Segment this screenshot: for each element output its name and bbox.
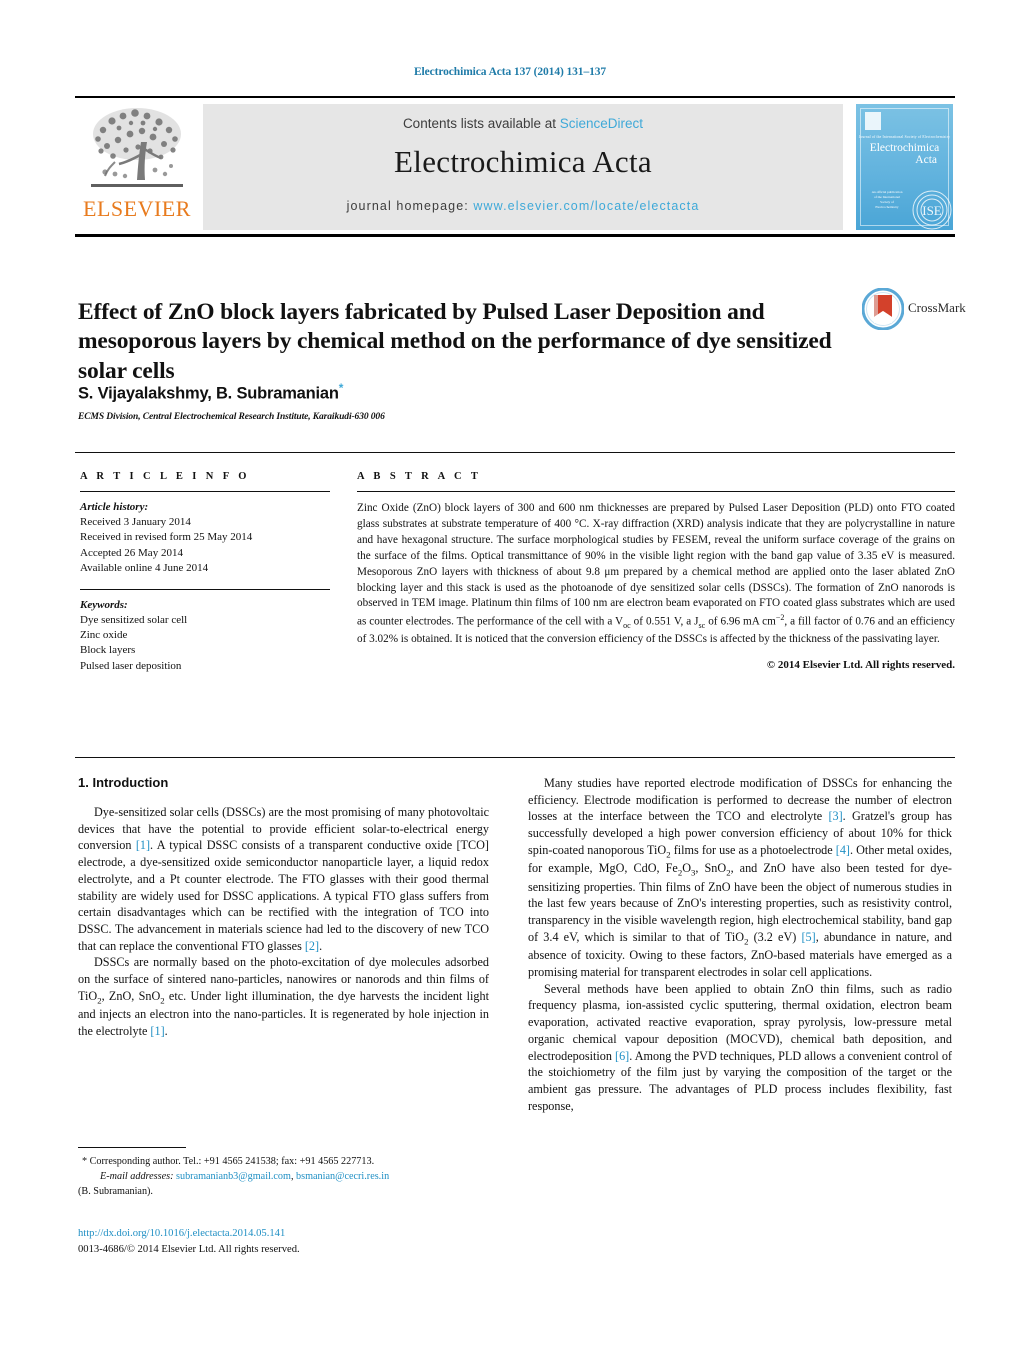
elsevier-logo: ELSEVIER	[77, 104, 197, 230]
paragraph: Dye-sensitized solar cells (DSSCs) are t…	[78, 805, 489, 953]
body-column-right: Many studies have reported electrode mod…	[528, 775, 952, 1114]
masthead-panel: Contents lists available at ScienceDirec…	[203, 104, 843, 230]
paragraph: Many studies have reported electrode mod…	[528, 776, 953, 979]
cover-small-text: An official publication of the Internati…	[871, 190, 903, 210]
masthead-bottom-rule	[75, 234, 955, 237]
history-item: Received in revised form 25 May 2014	[80, 531, 253, 544]
footnote-block: * Corresponding author. Tel.: +91 4565 2…	[78, 1155, 498, 1199]
paper-page: Electrochimica Acta 137 (2014) 131–137 E…	[0, 0, 1020, 1351]
keyword-item: Zinc oxide	[80, 629, 128, 642]
article-history-label: Article history:	[80, 501, 149, 513]
paragraph: Several methods have been applied to obt…	[528, 981, 952, 1113]
author-list: S. Vijayalakshmy, B. Subramanian*	[78, 381, 838, 404]
footnote-rule	[78, 1147, 186, 1148]
crossmark-badge[interactable]: CrossMark	[862, 288, 966, 330]
svg-text:ISE: ISE	[922, 203, 942, 218]
body-column-left: 1. Introduction Dye-sensitized solar cel…	[78, 775, 489, 1040]
running-head: Electrochimica Acta 137 (2014) 131–137	[413, 66, 607, 78]
cover-title: Electrochimica Acta	[856, 142, 953, 167]
homepage-url-link[interactable]: www.elsevier.com/locate/electacta	[473, 199, 699, 213]
crossmark-label: CrossMark	[908, 300, 966, 315]
contents-line: Contents lists available at ScienceDirec…	[203, 116, 843, 131]
keyword-item: Pulsed laser deposition	[80, 659, 182, 672]
history-item: Available online 4 June 2014	[80, 561, 209, 574]
journal-homepage-line: journal homepage: www.elsevier.com/locat…	[203, 199, 843, 213]
elsevier-wordmark: ELSEVIER	[83, 196, 191, 221]
doi-link[interactable]: http://dx.doi.org/10.1016/j.electacta.20…	[78, 1226, 508, 1242]
info-top-rule	[75, 452, 955, 453]
journal-name: Electrochimica Acta	[394, 144, 652, 179]
abstract-copyright: © 2014 Elsevier Ltd. All rights reserved…	[766, 658, 955, 671]
email-link-1[interactable]: subramanianb3@gmail.com	[176, 1171, 291, 1182]
email-link-2[interactable]: bsmanian@cecri.res.in	[296, 1171, 389, 1182]
page-title: Effect of ZnO block layers fabricated by…	[78, 298, 832, 384]
crossmark-icon	[862, 288, 904, 330]
abstract-heading: A B S T R A C T	[357, 471, 482, 482]
doi-block: http://dx.doi.org/10.1016/j.electacta.20…	[78, 1226, 508, 1258]
corresponding-author-marker: *	[338, 381, 344, 395]
history-item: Received 3 January 2014	[80, 516, 191, 529]
homepage-prefix: journal homepage:	[346, 199, 474, 213]
keyword-item: Block layers	[80, 644, 136, 657]
article-history-block: Article history: Received 3 January 2014…	[80, 500, 330, 576]
elsevier-tree-icon	[91, 108, 183, 187]
keywords-label: Keywords:	[80, 598, 128, 611]
keywords-block: Keywords: Dye sensitized solar cell Zinc…	[80, 598, 330, 674]
ise-society-seal-icon: ISE	[912, 190, 952, 230]
keywords-rule	[80, 588, 330, 590]
article-info-heading: A R T I C L E I N F O	[80, 471, 250, 482]
email-attribution: (B. Subramanian).	[78, 1185, 153, 1197]
cover-tagline: Journal of the International Society of …	[858, 135, 951, 139]
abstract-rule	[357, 491, 955, 492]
masthead-top-rule	[75, 96, 955, 98]
keyword-item: Dye sensitized solar cell	[80, 614, 188, 627]
footnote-star: *	[82, 1156, 88, 1167]
paragraph: DSSCs are normally based on the photo-ex…	[78, 955, 489, 1038]
cover-elsevier-mark-icon	[865, 112, 881, 130]
corresponding-author-note: * Corresponding author. Tel.: +91 4565 2…	[78, 1155, 498, 1170]
cover-title-line2: Acta	[915, 154, 937, 167]
cover-title-line1: Electrochimica	[869, 142, 940, 154]
affiliation: ECMS Division, Central Electrochemical R…	[78, 412, 385, 422]
abstract-column: A B S T R A C T Zinc Oxide (ZnO) block l…	[357, 471, 955, 671]
sciencedirect-link[interactable]: ScienceDirect	[560, 116, 643, 131]
issn-copyright-line: 0013-4686/© 2014 Elsevier Ltd. All right…	[78, 1243, 300, 1255]
article-info-rule	[80, 491, 330, 492]
journal-masthead: ELSEVIER Contents lists available at Sci…	[75, 96, 955, 237]
email-label: E-mail addresses:	[100, 1170, 174, 1182]
email-line: E-mail addresses: subramanianb3@gmail.co…	[78, 1170, 498, 1185]
history-item: Accepted 26 May 2014	[80, 546, 183, 559]
section-heading-introduction: 1. Introduction	[78, 775, 169, 790]
info-bottom-rule	[75, 757, 955, 758]
article-info-column: A R T I C L E I N F O Article history: R…	[80, 471, 330, 674]
abstract-text: Zinc Oxide (ZnO) block layers of 300 and…	[357, 502, 956, 645]
author-names: S. Vijayalakshmy, B. Subramanian	[78, 384, 339, 403]
journal-cover-thumbnail: Journal of the International Society of …	[856, 104, 953, 230]
corresponding-author-text: Corresponding author. Tel.: +91 4565 241…	[89, 1156, 375, 1167]
contents-prefix: Contents lists available at	[402, 116, 560, 131]
